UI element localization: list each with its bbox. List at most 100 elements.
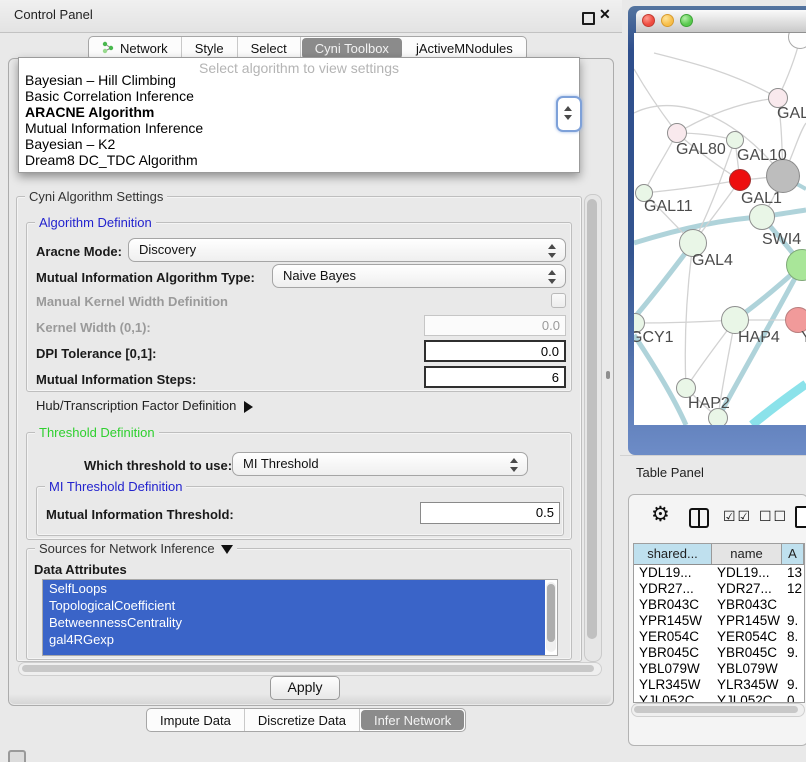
apply-button[interactable]: Apply bbox=[270, 676, 340, 700]
aracne-mode-label: Aracne Mode: bbox=[36, 244, 122, 259]
aracne-mode-value: Discovery bbox=[139, 242, 196, 257]
cell[interactable]: YDR27... bbox=[712, 581, 782, 597]
cell[interactable] bbox=[782, 597, 804, 613]
aracne-mode-combo[interactable]: Discovery bbox=[128, 238, 566, 262]
cell[interactable]: YER054C bbox=[634, 629, 712, 645]
columns-icon[interactable] bbox=[689, 508, 709, 528]
cell[interactable]: YLR345W bbox=[634, 677, 712, 693]
cell[interactable]: YBR045C bbox=[712, 645, 782, 661]
settings-vertical-scrollbar[interactable] bbox=[584, 194, 602, 662]
select-all-checks-icon[interactable]: ☑☑ bbox=[723, 508, 752, 525]
table-header-row: shared... name A bbox=[634, 544, 804, 565]
dropdown-option[interactable]: Bayesian – Hill Climbing bbox=[19, 72, 579, 88]
settings-vertical-scrollbar-thumb[interactable] bbox=[587, 199, 597, 639]
table-horizontal-scrollbar-thumb[interactable] bbox=[634, 706, 798, 713]
column-header-shared-name[interactable]: shared... bbox=[634, 544, 712, 564]
table-row[interactable]: YER054CYER054C8. bbox=[634, 629, 804, 645]
table-row[interactable]: YPR145WYPR145W9. bbox=[634, 613, 804, 629]
cell[interactable]: YJL052C bbox=[712, 693, 782, 703]
list-item[interactable]: BetweennessCentrality bbox=[43, 614, 545, 631]
table-horizontal-scrollbar[interactable] bbox=[631, 703, 805, 717]
cell[interactable]: YDR27... bbox=[634, 581, 712, 597]
tab-discretize-data[interactable]: Discretize Data bbox=[245, 709, 360, 731]
close-icon[interactable]: ✕ bbox=[599, 6, 611, 23]
mi-threshold-field[interactable]: 0.5 bbox=[420, 502, 560, 524]
gear-icon[interactable]: ⚙ bbox=[651, 505, 670, 525]
cell[interactable]: YBL079W bbox=[712, 661, 782, 677]
table-row[interactable]: YDL19...YDL19...13 bbox=[634, 565, 804, 581]
spinner-arrows-icon bbox=[548, 270, 556, 284]
cell[interactable]: YDL19... bbox=[634, 565, 712, 581]
network-canvas[interactable]: GAL GAL80 GAL10 GAL1 GAL11 SWI4 GAL4 GCY… bbox=[634, 33, 806, 425]
which-threshold-value: MI Threshold bbox=[243, 456, 319, 471]
cell[interactable]: YBR045C bbox=[634, 645, 712, 661]
table-row[interactable]: YJL052CYJL052C0. bbox=[634, 693, 804, 703]
hub-section-toggle[interactable]: Hub/Transcription Factor Definition bbox=[36, 398, 253, 413]
dropdown-option[interactable]: Basic Correlation Inference bbox=[19, 88, 579, 104]
cell[interactable]: YBR043C bbox=[712, 597, 782, 613]
cell[interactable] bbox=[782, 661, 804, 677]
table-row[interactable]: YBL079WYBL079W bbox=[634, 661, 804, 677]
dropdown-option[interactable]: Bayesian – K2 bbox=[19, 136, 579, 152]
close-traffic-light[interactable] bbox=[642, 14, 655, 27]
minimize-traffic-light[interactable] bbox=[661, 14, 674, 27]
cell[interactable]: 9. bbox=[782, 677, 804, 693]
dpi-tolerance-field[interactable]: 0.0 bbox=[424, 340, 566, 362]
list-item[interactable]: TopologicalCoefficient bbox=[43, 597, 545, 614]
tab-network-label: Network bbox=[120, 41, 168, 56]
cell[interactable]: YJL052C bbox=[634, 693, 712, 703]
cell[interactable]: 13 bbox=[782, 565, 804, 581]
cell[interactable]: YBL079W bbox=[634, 661, 712, 677]
kernel-width-field[interactable]: 0.0 bbox=[424, 315, 566, 336]
cell[interactable]: YPR145W bbox=[712, 613, 782, 629]
cell[interactable]: 9. bbox=[782, 613, 804, 629]
mi-threshold-group-title: MI Threshold Definition bbox=[45, 479, 186, 494]
table-row[interactable]: YDR27...YDR27...12 bbox=[634, 581, 804, 597]
manual-kernel-checkbox[interactable] bbox=[551, 293, 566, 308]
cell[interactable]: 0. bbox=[782, 693, 804, 703]
new-table-icon[interactable] bbox=[795, 506, 806, 528]
mi-type-combo[interactable]: Naive Bayes bbox=[272, 264, 566, 288]
mi-threshold-label: Mutual Information Threshold: bbox=[46, 507, 234, 522]
attributes-scrollbar-thumb[interactable] bbox=[547, 584, 555, 642]
cell[interactable]: YBR043C bbox=[634, 597, 712, 613]
split-pane-handle[interactable] bbox=[606, 371, 610, 379]
list-item[interactable]: SelfLoops bbox=[43, 580, 545, 597]
column-header-clipped[interactable]: A bbox=[782, 544, 804, 564]
cell[interactable]: 9. bbox=[782, 645, 804, 661]
list-item[interactable]: gal4RGexp bbox=[43, 631, 545, 648]
dropdown-option[interactable]: Mutual Information Inference bbox=[19, 120, 579, 136]
minimized-panel-icon[interactable] bbox=[8, 750, 26, 762]
tab-infer-network[interactable]: Infer Network bbox=[361, 710, 464, 730]
cell[interactable]: YER054C bbox=[712, 629, 782, 645]
zoom-traffic-light[interactable] bbox=[680, 14, 693, 27]
network-node-gal80[interactable] bbox=[667, 123, 687, 143]
sources-group-title[interactable]: Sources for Network Inference bbox=[35, 541, 237, 556]
tab-impute-data[interactable]: Impute Data bbox=[147, 709, 245, 731]
list-item-clipped[interactable] bbox=[43, 648, 545, 656]
mi-steps-field[interactable]: 6 bbox=[424, 366, 566, 388]
dropdown-option[interactable]: ARACNE Algorithm bbox=[19, 104, 579, 120]
table-row[interactable]: YBR043CYBR043C bbox=[634, 597, 804, 613]
deselect-all-checks-icon[interactable]: ☐☐ bbox=[759, 508, 788, 525]
cell[interactable]: YPR145W bbox=[634, 613, 712, 629]
node-label: GAL11 bbox=[644, 198, 693, 216]
cell[interactable]: YLR345W bbox=[712, 677, 782, 693]
node-table: shared... name A YDL19...YDL19...13 YDR2… bbox=[633, 543, 805, 703]
settings-horizontal-scrollbar-thumb[interactable] bbox=[22, 665, 594, 672]
which-threshold-combo[interactable]: MI Threshold bbox=[232, 452, 528, 476]
algorithm-dropdown[interactable]: Select algorithm to view settings Bayesi… bbox=[18, 57, 580, 173]
table-row[interactable]: YLR345WYLR345W9. bbox=[634, 677, 804, 693]
tab-cyni-toolbox[interactable]: Cyni Toolbox bbox=[302, 38, 402, 59]
attributes-scrollbar[interactable] bbox=[546, 582, 556, 652]
table-row[interactable]: YBR045CYBR045C9. bbox=[634, 645, 804, 661]
network-node-red[interactable] bbox=[729, 169, 751, 191]
cell[interactable]: 8. bbox=[782, 629, 804, 645]
settings-horizontal-scrollbar[interactable] bbox=[18, 662, 602, 676]
column-header-name[interactable]: name bbox=[712, 544, 782, 564]
cell[interactable]: 12 bbox=[782, 581, 804, 597]
data-attributes-list[interactable]: SelfLoops TopologicalCoefficient Between… bbox=[42, 579, 558, 656]
dropdown-option[interactable]: Dream8 DC_TDC Algorithm bbox=[19, 152, 579, 168]
float-window-icon[interactable] bbox=[582, 12, 595, 25]
cell[interactable]: YDL19... bbox=[712, 565, 782, 581]
